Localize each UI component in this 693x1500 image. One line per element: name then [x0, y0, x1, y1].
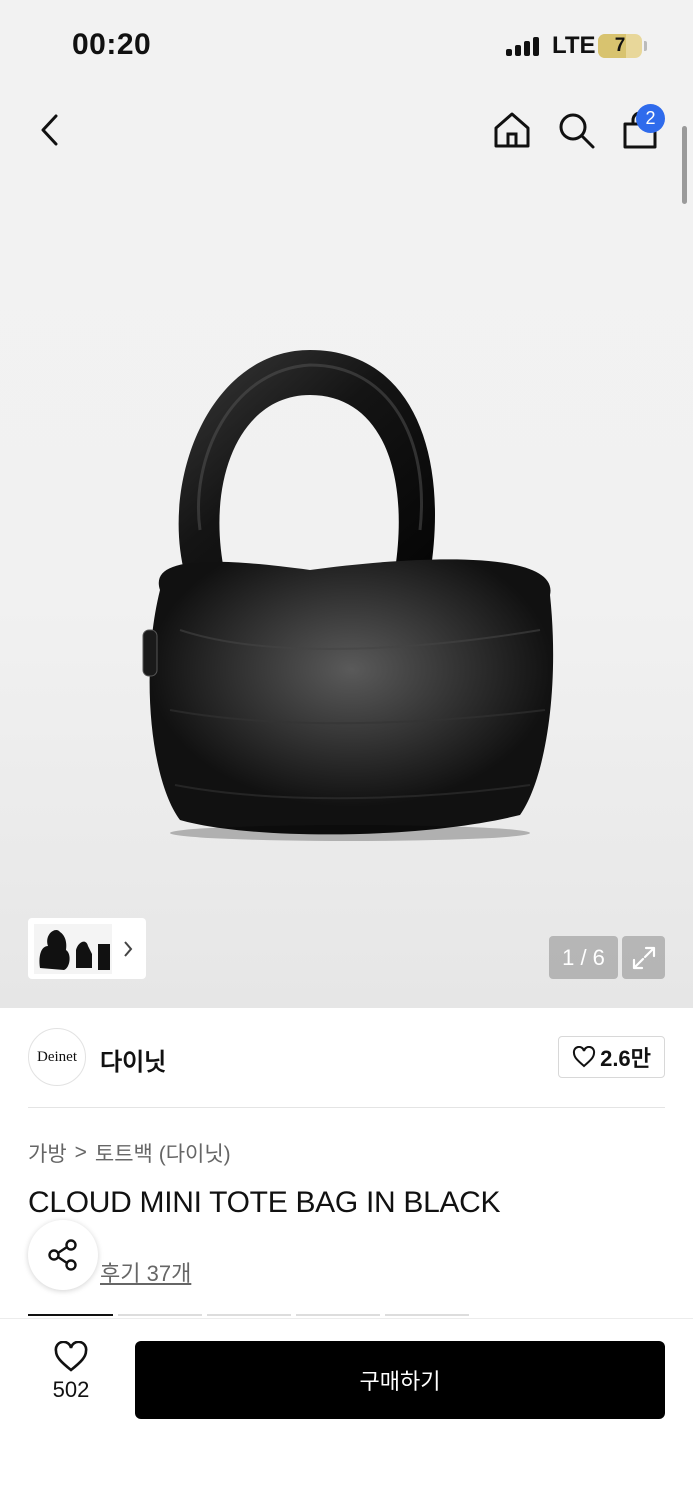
status-time: 00:20: [72, 28, 152, 61]
chevron-right-icon: [124, 940, 133, 957]
search-icon: [559, 113, 595, 149]
network-type: LTE: [552, 32, 596, 59]
product-gallery[interactable]: 00:20 LTE 7 2 1 / 6: [0, 0, 693, 1008]
heart-icon: [573, 1046, 596, 1068]
brand-like-count: 2.6만: [600, 1046, 651, 1071]
back-button[interactable]: [28, 108, 72, 152]
battery-icon: 7: [598, 34, 642, 58]
breadcrumb: 가방 > 토트백 (다이닛): [28, 1138, 231, 1168]
brand-row: Deinet 다이닛 2.6만: [28, 1028, 665, 1086]
product-image[interactable]: [120, 330, 580, 850]
brand-like-button[interactable]: 2.6만: [558, 1036, 665, 1078]
expand-button[interactable]: [622, 936, 665, 979]
wishlist-button[interactable]: 502: [36, 1341, 106, 1411]
share-icon: [48, 1239, 77, 1271]
home-button[interactable]: [488, 106, 536, 154]
battery-tip: [644, 41, 647, 51]
status-bar: 00:20 LTE 7: [0, 0, 693, 92]
heart-icon: [54, 1341, 88, 1372]
breadcrumb-separator: >: [74, 1141, 87, 1164]
brand-name[interactable]: 다이닛: [100, 1042, 166, 1077]
thumbnail-images[interactable]: [34, 923, 112, 974]
scrollbar[interactable]: [682, 126, 687, 204]
product-title: CLOUD MINI TOTE BAG IN BLACK: [28, 1186, 501, 1219]
expand-icon: [632, 946, 655, 969]
cart-count-badge: 2: [636, 104, 665, 133]
divider: [28, 1107, 665, 1108]
breadcrumb-subcategory[interactable]: 토트백 (다이닛): [95, 1138, 231, 1168]
thumbnail-strip[interactable]: [28, 918, 146, 979]
share-button[interactable]: [28, 1220, 98, 1290]
bottom-action-bar: 502 구매하기: [0, 1318, 693, 1500]
search-button[interactable]: [552, 106, 600, 154]
battery-level: 7: [614, 35, 626, 56]
home-icon: [494, 112, 530, 148]
reviews-link[interactable]: 후기 37개: [100, 1256, 191, 1288]
breadcrumb-category[interactable]: 가방: [28, 1138, 67, 1168]
image-counter: 1 / 6: [549, 936, 618, 979]
brand-logo[interactable]: Deinet: [28, 1028, 86, 1086]
chevron-left-icon: [41, 114, 58, 146]
buy-button[interactable]: 구매하기: [135, 1341, 665, 1419]
signal-icon: [506, 36, 542, 56]
wishlist-count: 502: [52, 1377, 90, 1402]
